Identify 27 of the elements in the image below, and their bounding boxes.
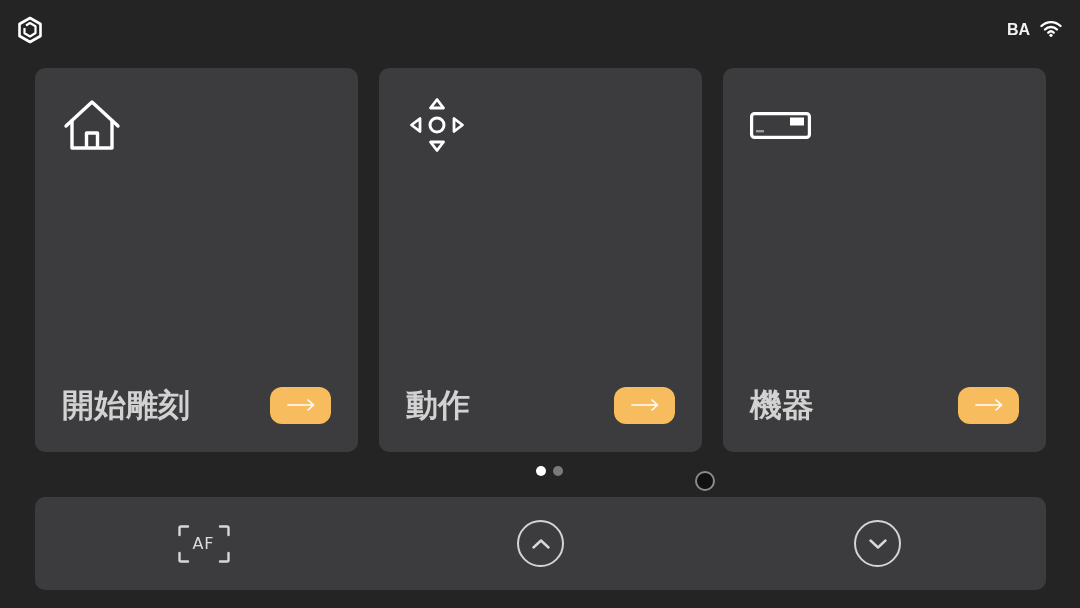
- frame-corners-icon: [177, 524, 230, 563]
- open-button[interactable]: [270, 386, 331, 424]
- page-dot[interactable]: [535, 466, 546, 476]
- arrow-right-icon: [286, 399, 315, 411]
- autofocus-button[interactable]: AF: [177, 524, 230, 563]
- menu-card[interactable]: 機器: [723, 68, 1046, 452]
- card-title: 開始雕刻: [62, 385, 190, 425]
- chevron-up-icon: [531, 538, 550, 549]
- open-button[interactable]: [614, 386, 675, 424]
- user-initials: BA: [1006, 21, 1030, 39]
- chevron-down-icon: [868, 538, 887, 549]
- up-button[interactable]: [517, 520, 564, 567]
- ring-icon: [695, 471, 715, 491]
- card-title: 機器: [750, 385, 814, 425]
- down-button[interactable]: [854, 520, 901, 567]
- page-dot[interactable]: [552, 466, 563, 476]
- open-button[interactable]: [958, 386, 1019, 424]
- hexagon-logo-icon: [17, 16, 43, 44]
- house-icon: [63, 99, 121, 151]
- arrow-right-icon: [630, 399, 659, 411]
- move-arrows-icon: [409, 97, 465, 153]
- device-icon: [750, 112, 811, 139]
- menu-card[interactable]: 開始雕刻: [35, 68, 358, 452]
- arrow-right-icon: [974, 399, 1003, 411]
- menu-card[interactable]: 動作: [379, 68, 702, 452]
- card-title: 動作: [406, 385, 470, 425]
- wifi-icon: [1040, 19, 1062, 37]
